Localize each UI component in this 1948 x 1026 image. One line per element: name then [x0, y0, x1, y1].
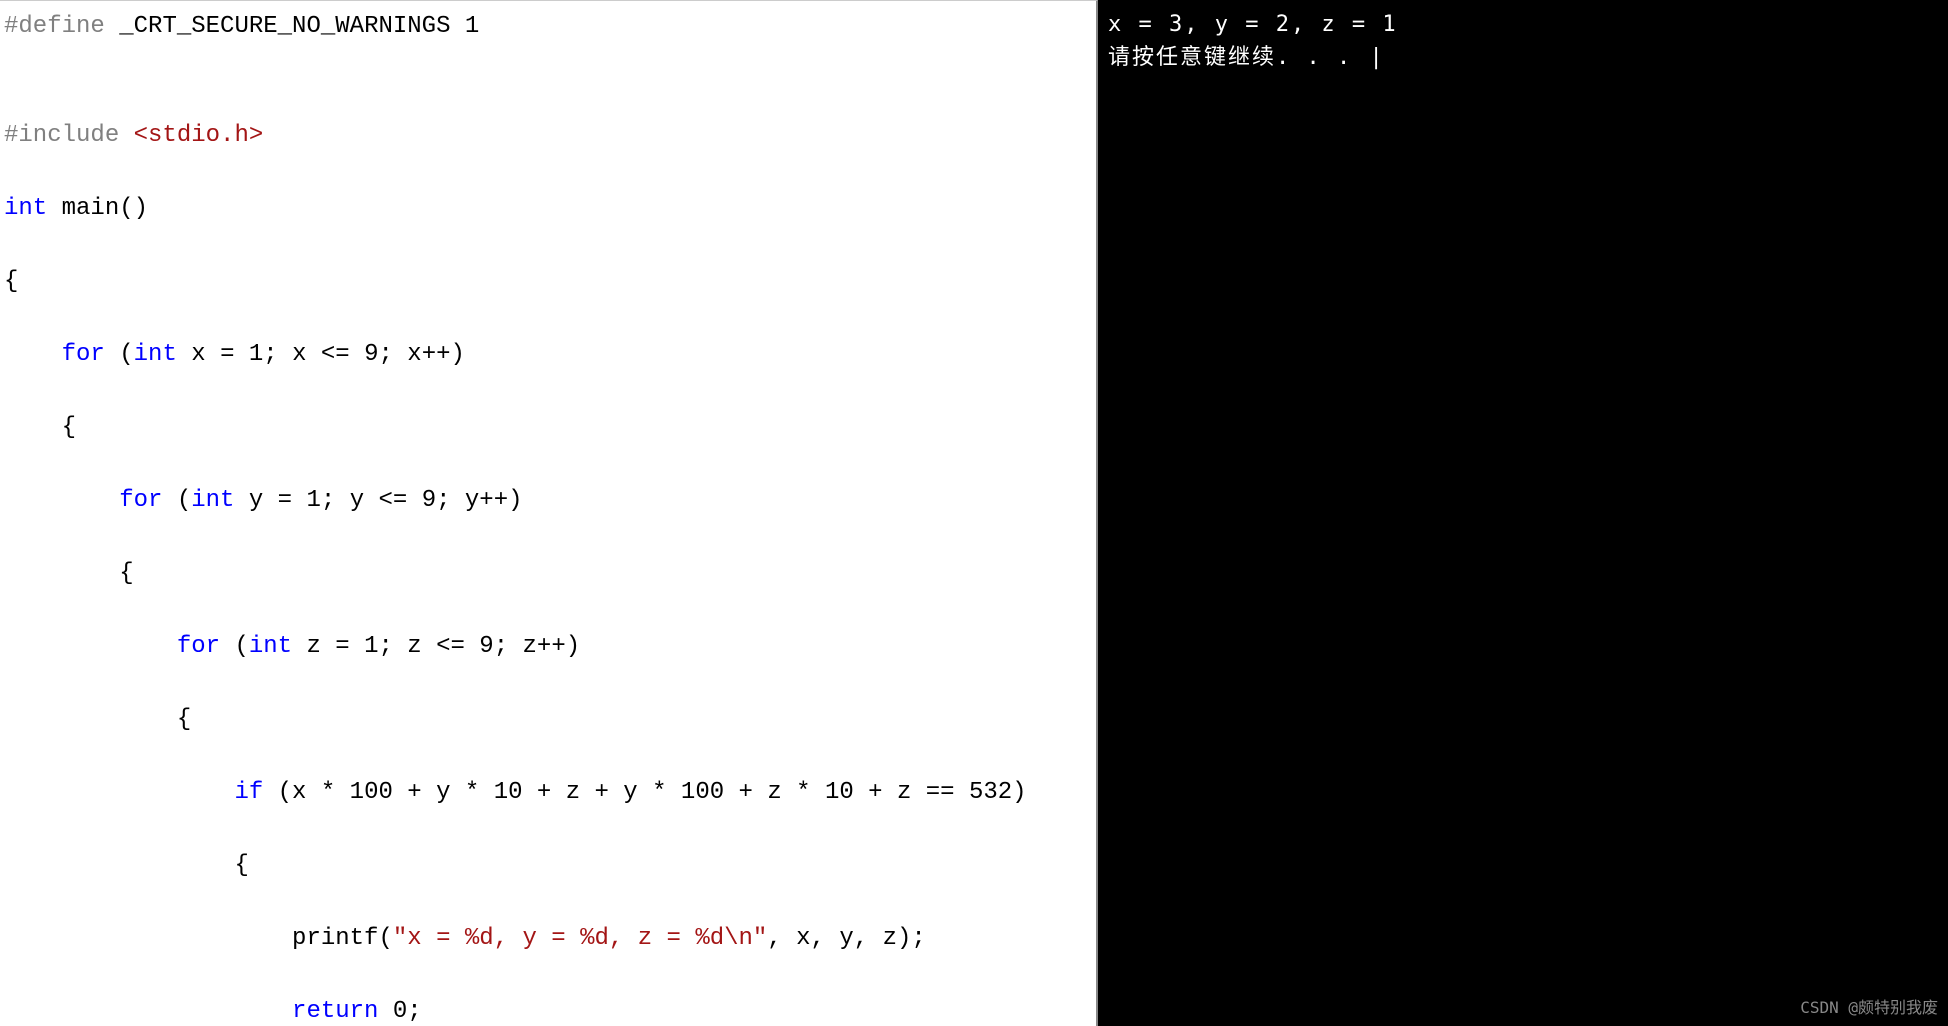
for3-rest: z = 1; z <= 9; z++) — [292, 633, 580, 660]
return1-val: 0; — [378, 998, 421, 1025]
for3-open: ( — [220, 633, 249, 660]
for1-int: int — [134, 341, 177, 368]
kw-return1: return — [292, 998, 378, 1025]
for2-int: int — [191, 487, 234, 514]
define-body: _CRT_SECURE_NO_WARNINGS 1 — [105, 13, 479, 40]
for1-open: ( — [105, 341, 134, 368]
if-brace: { — [4, 852, 249, 879]
preproc-include: #include — [4, 122, 119, 149]
console-line-1: x = 3, y = 2, z = 1 — [1108, 8, 1938, 41]
console-output[interactable]: x = 3, y = 2, z = 1 请按任意键继续. . . CSDN @颇… — [1098, 0, 1948, 1026]
if-cond: (x * 100 + y * 10 + z + y * 100 + z * 10… — [263, 779, 1026, 806]
for1-brace: { — [4, 414, 76, 441]
for2-open: ( — [162, 487, 191, 514]
printf1-str: "x = %d, y = %d, z = %d\n" — [393, 925, 767, 952]
kw-if: if — [234, 779, 263, 806]
kw-for1: for — [62, 341, 105, 368]
kw-for3: for — [177, 633, 220, 660]
for1-rest: x = 1; x <= 9; x++) — [177, 341, 465, 368]
brace-open: { — [4, 268, 18, 295]
for3-int: int — [249, 633, 292, 660]
printf1-pre: printf( — [4, 925, 393, 952]
printf1-post: , x, y, z); — [767, 925, 925, 952]
for3-brace: { — [4, 706, 191, 733]
kw-for2: for — [119, 487, 162, 514]
kw-int: int — [4, 195, 47, 222]
preproc-define: #define — [4, 13, 105, 40]
watermark-text: CSDN @颇特别我废 — [1800, 996, 1938, 1020]
for2-rest: y = 1; y <= 9; y++) — [234, 487, 522, 514]
for2-brace: { — [4, 560, 134, 587]
console-line-2: 请按任意键继续. . . — [1108, 41, 1938, 74]
main-sig: main() — [47, 195, 148, 222]
code-editor[interactable]: #define _CRT_SECURE_NO_WARNINGS 1 #inclu… — [0, 0, 1098, 1026]
include-path: <stdio.h> — [119, 122, 263, 149]
